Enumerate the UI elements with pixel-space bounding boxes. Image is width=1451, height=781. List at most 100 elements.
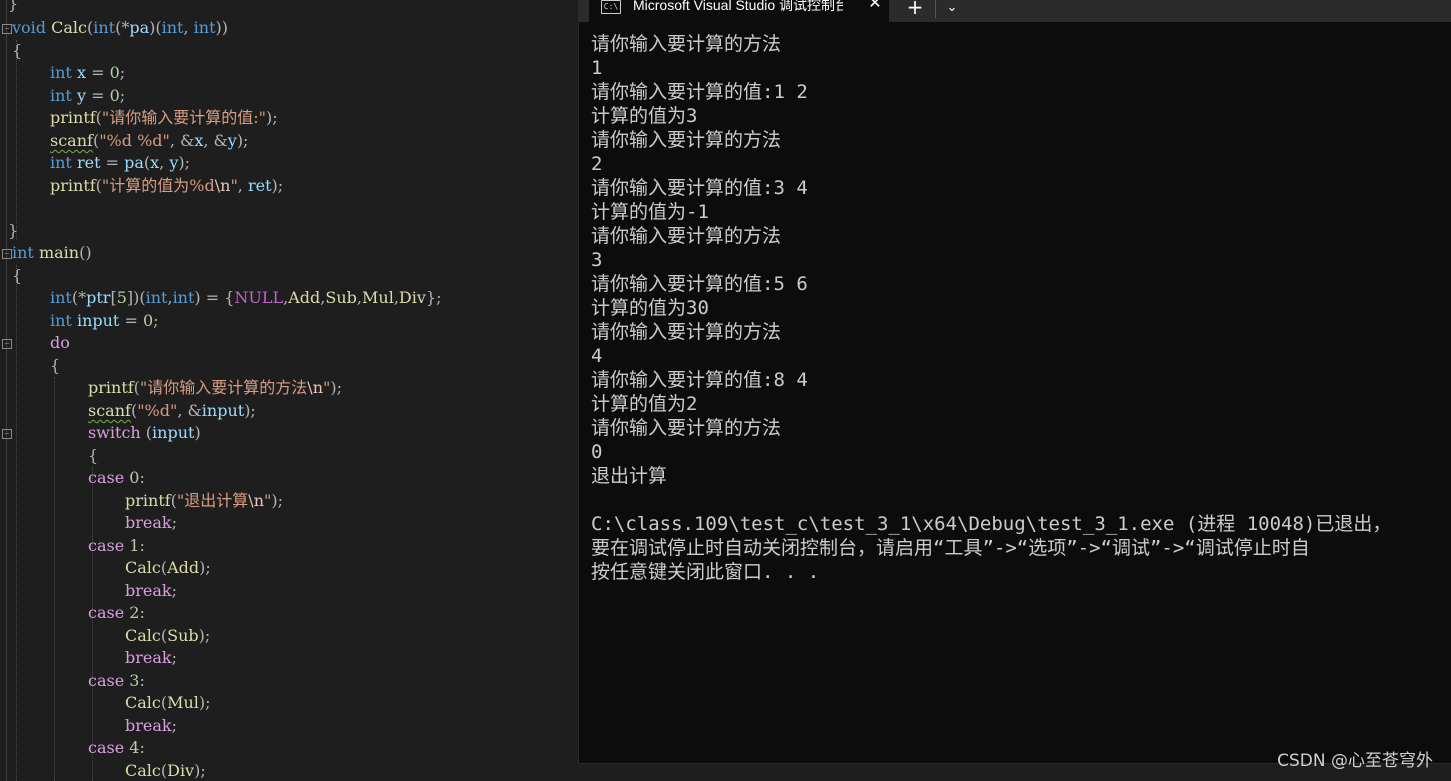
code-token: printf bbox=[125, 491, 171, 510]
code-token: )( bbox=[149, 18, 162, 37]
code-line: { bbox=[12, 40, 22, 62]
code-token: : bbox=[139, 536, 145, 555]
code-token: ; bbox=[119, 86, 126, 105]
code-token: int bbox=[50, 288, 72, 307]
code-token: , & bbox=[169, 131, 195, 150]
code-token: "退出计算 bbox=[176, 491, 249, 510]
code-token: , & bbox=[203, 131, 228, 150]
code-token: ); bbox=[244, 401, 256, 420]
code-token: : bbox=[139, 468, 145, 487]
code-token: int bbox=[161, 18, 184, 37]
code-token: ); bbox=[199, 558, 211, 577]
code-line: { bbox=[88, 445, 98, 467]
code-line: case 2: bbox=[88, 602, 145, 624]
code-token: case bbox=[88, 603, 125, 622]
code-token: Calc bbox=[125, 761, 161, 780]
code-token: break bbox=[125, 716, 172, 735]
console-output-line: 3 bbox=[591, 249, 603, 271]
code-line: case 4: bbox=[88, 737, 145, 759]
code-token: case bbox=[88, 671, 125, 690]
code-line: int y = 0; bbox=[50, 85, 125, 107]
code-token: ); bbox=[266, 108, 278, 127]
code-token: "请你输入要计算的值:" bbox=[101, 108, 267, 127]
code-token: ); bbox=[271, 491, 283, 510]
code-token: x bbox=[76, 63, 86, 82]
code-token: int bbox=[93, 18, 116, 37]
code-token: scanf bbox=[50, 131, 93, 150]
code-token: )) bbox=[215, 18, 228, 37]
code-token: void bbox=[12, 18, 47, 37]
console-output-line: 请你输入要计算的值:3 4 bbox=[591, 177, 808, 199]
code-line: Calc(Add); bbox=[125, 557, 211, 579]
tab-debug-console[interactable]: C:\ Microsoft Visual Studio 调试控制台 ✕ bbox=[589, 0, 889, 22]
code-token: = bbox=[85, 63, 110, 82]
code-token: input bbox=[152, 423, 195, 442]
code-token: y bbox=[169, 153, 179, 172]
console-output-line: 请你输入要计算的值:1 2 bbox=[591, 81, 808, 103]
code-token: ); bbox=[178, 153, 190, 172]
code-token: : bbox=[139, 671, 145, 690]
close-icon[interactable]: ✕ bbox=[867, 0, 883, 12]
code-token: int bbox=[172, 288, 195, 307]
code-token: Add bbox=[288, 288, 321, 307]
code-token: 0 bbox=[129, 468, 140, 487]
code-token: "计算的值为%d bbox=[101, 176, 215, 195]
indent-guide bbox=[16, 265, 17, 781]
code-token: Add bbox=[167, 558, 200, 577]
console-output-line: C:\class.109\test_c\test_3_1\x64\Debug\t… bbox=[591, 513, 1392, 535]
code-token: : bbox=[139, 603, 145, 622]
code-line: int input = 0; bbox=[50, 310, 159, 332]
terminal-tab-bar: C:\ Microsoft Visual Studio 调试控制台 ✕ + ⌄ bbox=[579, 0, 1451, 22]
code-token: ); bbox=[198, 693, 211, 712]
code-token: ; bbox=[171, 513, 177, 532]
code-line: int main() bbox=[12, 242, 92, 264]
watermark: CSDN @心至苍穹外 bbox=[1277, 751, 1433, 771]
code-token: 2 bbox=[129, 603, 140, 622]
code-token: ptr bbox=[86, 288, 111, 307]
code-token: ( bbox=[140, 423, 153, 442]
code-editor[interactable]: − − − − } void Calc(int(*pa)(int, int)){int … bbox=[0, 0, 578, 781]
debug-console-window[interactable]: C:\ Microsoft Visual Studio 调试控制台 ✕ + ⌄ … bbox=[578, 0, 1451, 764]
code-token: Sub bbox=[325, 288, 357, 307]
code-token: y bbox=[76, 86, 86, 105]
new-tab-icon[interactable]: + bbox=[905, 0, 925, 18]
code-line: printf("请你输入要计算的方法\n"); bbox=[88, 377, 342, 399]
console-output-line: 请你输入要计算的值:8 4 bbox=[591, 369, 808, 391]
code-token: Calc bbox=[125, 626, 161, 645]
code-token: printf bbox=[88, 378, 134, 397]
collapse-icon[interactable]: − bbox=[2, 339, 12, 349]
code-line: } bbox=[8, 220, 18, 242]
collapse-icon[interactable]: − bbox=[2, 429, 12, 439]
collapse-icon[interactable]: − bbox=[2, 24, 12, 34]
code-token: NULL bbox=[234, 288, 284, 307]
code-token: = bbox=[100, 153, 125, 172]
chevron-down-icon[interactable]: ⌄ bbox=[943, 0, 961, 19]
code-token: (* bbox=[71, 288, 87, 307]
code-line: int x = 0; bbox=[50, 62, 125, 84]
code-token: y bbox=[227, 131, 237, 150]
code-token: = bbox=[119, 311, 143, 330]
collapse-icon[interactable]: − bbox=[2, 249, 12, 259]
console-output-line: 请你输入要计算的方法 bbox=[591, 33, 782, 55]
code-token: "%d %d" bbox=[99, 131, 170, 150]
code-token: { bbox=[50, 356, 61, 375]
code-token: pa bbox=[129, 18, 150, 37]
code-token: ; bbox=[171, 581, 177, 600]
code-token: int bbox=[50, 153, 72, 172]
code-line: { bbox=[50, 355, 60, 377]
code-token: Mul bbox=[167, 693, 199, 712]
tab-title: Microsoft Visual Studio 调试控制台 bbox=[633, 0, 843, 13]
code-token: pa bbox=[124, 153, 144, 172]
code-line: case 1: bbox=[88, 535, 145, 557]
code-token: { bbox=[12, 266, 23, 285]
console-output-line: 4 bbox=[591, 345, 603, 367]
code-token: int bbox=[145, 288, 168, 307]
code-token: ret bbox=[76, 153, 101, 172]
code-token: ])( bbox=[126, 288, 146, 307]
code-token: 4 bbox=[129, 738, 140, 757]
code-token: { bbox=[12, 41, 23, 60]
code-token: ; bbox=[171, 648, 177, 667]
code-line: { bbox=[12, 265, 22, 287]
console-output-line: 计算的值为30 bbox=[591, 297, 709, 319]
console-output-line: 要在调试停止时自动关闭控制台，请启用“工具”->“选项”->“调试”->“调试停… bbox=[591, 537, 1310, 559]
